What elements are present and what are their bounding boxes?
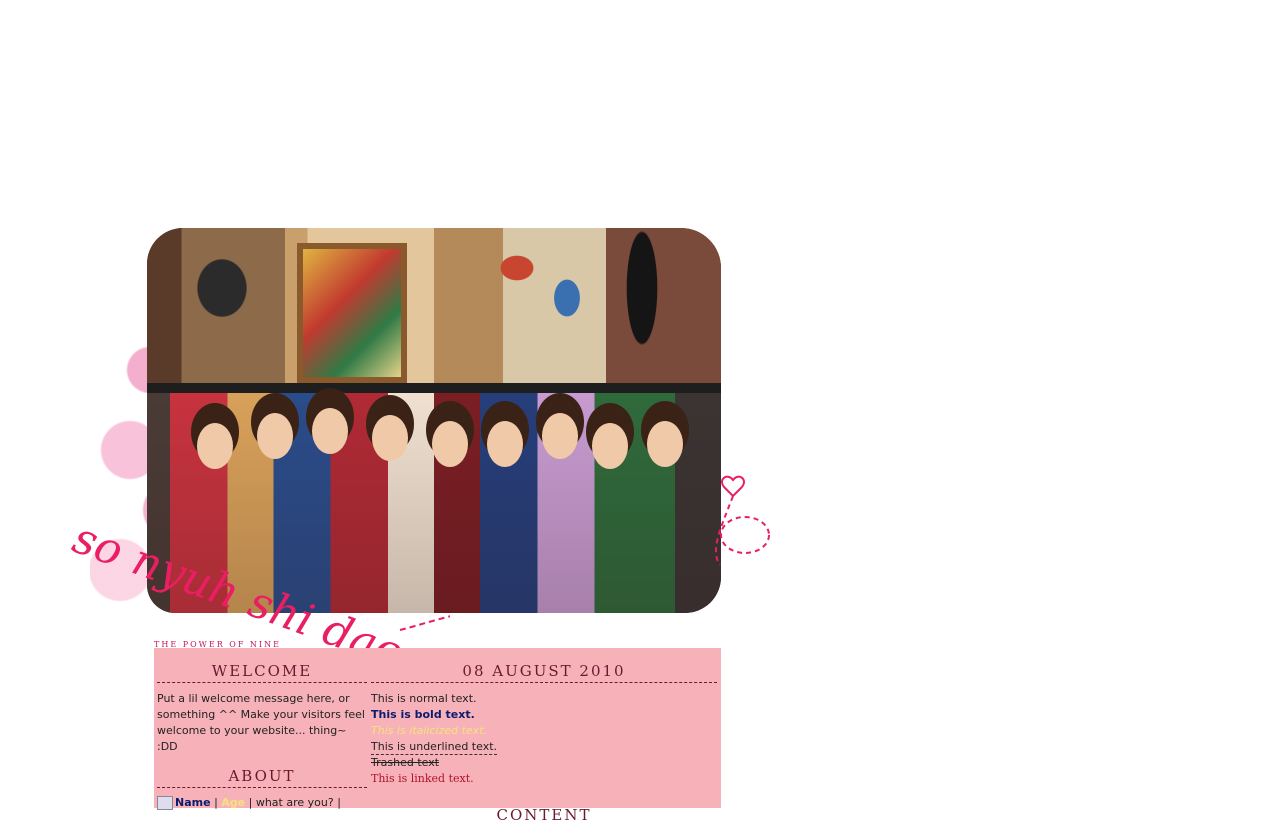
broken-image-icon [157,796,173,810]
nav-separator: | [214,796,218,809]
main-post: 08 AUGUST 2010 This is normal text. This… [371,662,717,824]
welcome-message: Put a lil welcome message here, or somet… [157,692,365,753]
underlined-text: This is underlined text. [371,740,498,755]
nav-separator-2: | what are you? | [248,796,341,809]
about-nav: Name | Age | what are you? | [157,796,367,810]
italic-text: This is italicized text. [371,724,488,737]
post-date-heading: 08 AUGUST 2010 [371,662,717,683]
about-heading: ABOUT [157,767,367,788]
strikethrough-text: Trashed text [371,756,440,769]
shelf-background [147,228,721,388]
normal-text: This is normal text. [371,692,477,705]
sidebar: WELCOME Put a lil welcome message here, … [157,662,367,810]
name-link[interactable]: Name [175,796,211,809]
heart-dash-decoration [715,475,770,566]
linked-text[interactable]: This is linked text. [371,771,717,787]
content-area: WELCOME Put a lil welcome message here, … [154,648,721,824]
bold-text: This is bold text. [371,708,475,721]
content-heading: CONTENT [496,806,592,824]
shelf-divider [147,383,721,393]
age-link[interactable]: Age [221,796,245,809]
group-faces [147,403,721,483]
framed-artwork [297,243,407,383]
welcome-heading: WELCOME [157,662,367,683]
